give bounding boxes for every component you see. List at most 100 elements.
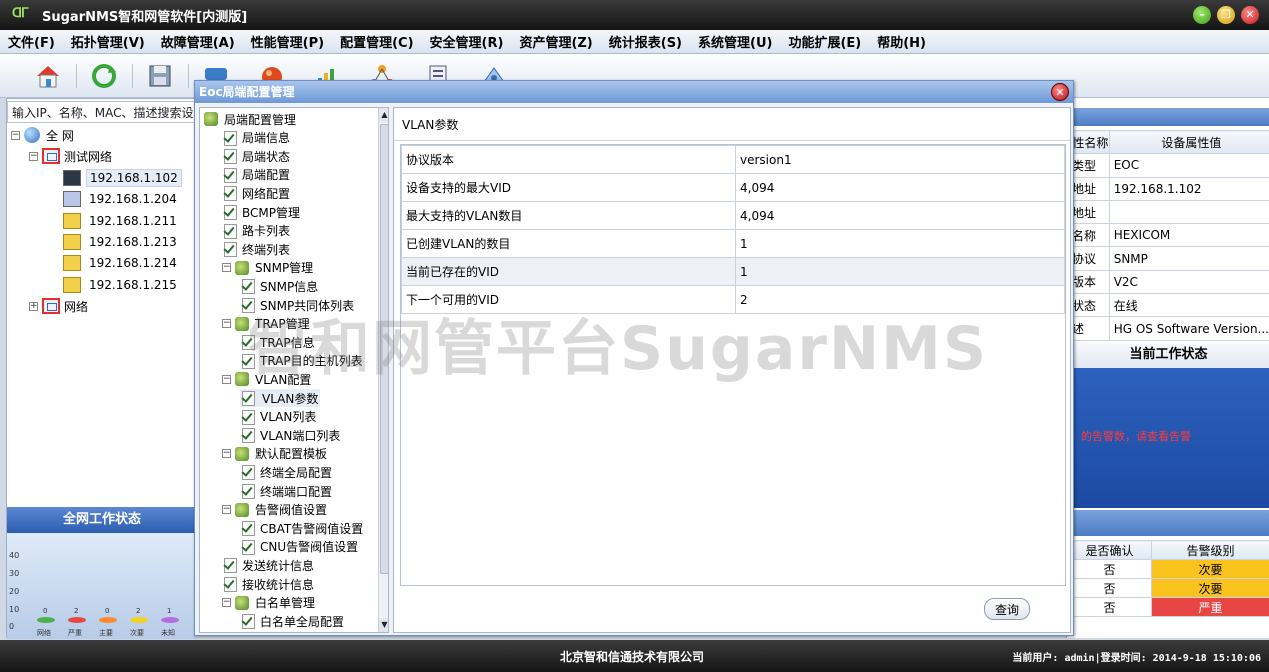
home-icon[interactable]: [34, 62, 62, 90]
collapse-icon[interactable]: −: [222, 598, 231, 608]
table-row[interactable]: 否严重: [1067, 597, 1269, 617]
menu-fault[interactable]: 故障管理(A): [161, 32, 235, 51]
tree-item[interactable]: 终端全局配置: [240, 463, 332, 481]
table-row: 述 HG OS Software Version...: [1067, 316, 1269, 341]
alarm-ack: 否: [1067, 578, 1152, 598]
tree-item[interactable]: 局端配置: [222, 166, 290, 184]
menu-system[interactable]: 系统管理(U): [698, 32, 772, 51]
tree-folder[interactable]: − SNMP管理: [222, 259, 313, 277]
network-group-icon: [42, 148, 60, 164]
attr-value: SNMP: [1108, 246, 1269, 271]
tree-item[interactable]: 局端状态: [222, 147, 290, 165]
scroll-down-icon[interactable]: ▼: [379, 618, 388, 632]
tree-item[interactable]: SNMP信息: [240, 277, 318, 295]
param-name: 当前已存在的VID: [401, 257, 736, 286]
status-bar-mark: [130, 617, 148, 623]
status-bar-mark: [99, 617, 117, 623]
tree-item[interactable]: 终端列表: [222, 240, 290, 258]
check-icon: [222, 149, 238, 165]
alarm-ack: 否: [1067, 559, 1152, 579]
tree-item[interactable]: 路卡列表: [222, 222, 290, 240]
tree-folder[interactable]: − VLAN配置: [222, 370, 311, 388]
tree-item[interactable]: CNU告警阀值设置: [240, 538, 358, 556]
refresh-icon[interactable]: [90, 62, 118, 90]
maximize-icon[interactable]: ❐: [1217, 6, 1235, 24]
tree-item-label: CBAT告警阀值设置: [260, 521, 364, 536]
table-row: 名称 HEXICOM: [1067, 223, 1269, 248]
scroll-thumb[interactable]: [380, 124, 388, 574]
tree-folder[interactable]: − 白名单管理: [222, 594, 315, 612]
tree-item[interactable]: 网络配置: [222, 184, 290, 202]
param-value: 4,094: [735, 173, 1065, 202]
tree-item[interactable]: TRAP信息: [240, 333, 315, 351]
tree-item[interactable]: VLAN端口列表: [240, 426, 340, 444]
tree-group-test-network[interactable]: − 测试网络: [29, 146, 112, 166]
tree-root[interactable]: − 全 网: [11, 125, 74, 145]
params-box: 协议版本 version1 设备支持的最大VID 4,094 最大支持的VLAN数目…: [400, 144, 1066, 586]
tree-folder[interactable]: 局端配置管理: [204, 110, 296, 128]
menu-security[interactable]: 安全管理(R): [430, 32, 504, 51]
tree-item[interactable]: VLAN参数: [240, 389, 321, 407]
collapse-icon[interactable]: −: [29, 151, 38, 161]
param-name: 协议版本: [401, 145, 736, 174]
tree-scrollbar[interactable]: ▲ ▼: [378, 108, 388, 632]
tree-item[interactable]: 发送统计信息: [222, 556, 314, 574]
dialog-close-icon[interactable]: ✕: [1051, 83, 1069, 101]
menu-extensions[interactable]: 功能扩展(E): [788, 32, 861, 51]
tree-item[interactable]: 白名单全局配置: [240, 612, 344, 630]
table-row[interactable]: 否次要: [1067, 578, 1269, 598]
scroll-up-icon[interactable]: ▲: [379, 108, 388, 122]
tree-folder[interactable]: − 默认配置模板: [222, 445, 327, 463]
attr-value: HEXICOM: [1108, 223, 1269, 248]
collapse-icon[interactable]: −: [222, 449, 231, 459]
tree-item-label: CNU告警阀值设置: [260, 540, 359, 555]
tree-group-network[interactable]: + 网络: [29, 296, 88, 316]
tree-item[interactable]: 局端信息: [222, 129, 290, 147]
tree-device[interactable]: 192.168.1.211: [63, 211, 180, 231]
tree-item[interactable]: SNMP共同体列表: [240, 296, 354, 314]
tree-device[interactable]: 192.168.1.204: [63, 189, 180, 209]
param-value: version1: [735, 145, 1065, 174]
tree-item[interactable]: BCMP管理: [222, 203, 300, 221]
current-status-body: 的告警数，请查看告警: [1067, 368, 1269, 508]
left-panel: − 全 网 − 测试网络 192.168.1.102 192.168.1.204…: [6, 98, 197, 639]
tree-folder[interactable]: − TRAP管理: [222, 315, 310, 333]
tree-item[interactable]: 接收统计信息: [222, 575, 314, 593]
tree-item[interactable]: TRAP目的主机列表: [240, 352, 363, 370]
device-attribute-table: 性名称 设备属性值 类型 EOC 地址 192.168.1.102 地址 名称 HEX…: [1067, 129, 1269, 341]
check-icon: [240, 353, 256, 369]
tree-item[interactable]: CBAT告警阀值设置: [240, 519, 363, 537]
minimize-icon[interactable]: –: [1193, 6, 1211, 24]
tree-item[interactable]: VLAN列表: [240, 408, 316, 426]
tree-device[interactable]: 192.168.1.214: [63, 253, 180, 273]
device-search-input[interactable]: [7, 101, 197, 123]
collapse-icon[interactable]: −: [222, 505, 231, 515]
menu-assets[interactable]: 资产管理(Z): [519, 32, 592, 51]
collapse-icon[interactable]: −: [222, 263, 231, 273]
collapse-icon[interactable]: −: [222, 319, 231, 329]
table-row[interactable]: 否次要: [1067, 559, 1269, 579]
collapse-icon[interactable]: −: [222, 374, 231, 384]
tree-item-label: 局端配置管理: [224, 112, 297, 127]
tree-device[interactable]: 192.168.1.215: [63, 275, 180, 295]
collapse-icon[interactable]: −: [11, 130, 20, 140]
tree-folder[interactable]: − 告警阀值设置: [222, 501, 327, 519]
alarm-table: 是否确认 告警级别 否次要 否次要 否严重: [1067, 540, 1269, 617]
menu-help[interactable]: 帮助(H): [877, 32, 926, 51]
menu-config[interactable]: 配置管理(C): [340, 32, 413, 51]
query-button[interactable]: 查询: [984, 598, 1030, 620]
expand-icon[interactable]: +: [29, 301, 38, 311]
attr-value: V2C: [1108, 269, 1269, 295]
tree-item-label: 终端端口配置: [260, 484, 333, 499]
tree-device[interactable]: 192.168.1.213: [63, 232, 180, 252]
close-icon[interactable]: ✕: [1241, 6, 1259, 24]
tree-device[interactable]: 192.168.1.102: [63, 168, 182, 188]
menu-performance[interactable]: 性能管理(P): [251, 32, 324, 51]
tree-item[interactable]: 终端端口配置: [240, 482, 332, 500]
attr-value: 192.168.1.102: [1108, 176, 1269, 201]
menu-topology[interactable]: 拓扑管理(V): [71, 32, 145, 51]
bar-value-label: 1: [167, 607, 172, 615]
save-icon[interactable]: [146, 62, 174, 90]
menu-reports[interactable]: 统计报表(S): [609, 32, 682, 51]
menu-file[interactable]: 文件(F): [8, 32, 55, 51]
